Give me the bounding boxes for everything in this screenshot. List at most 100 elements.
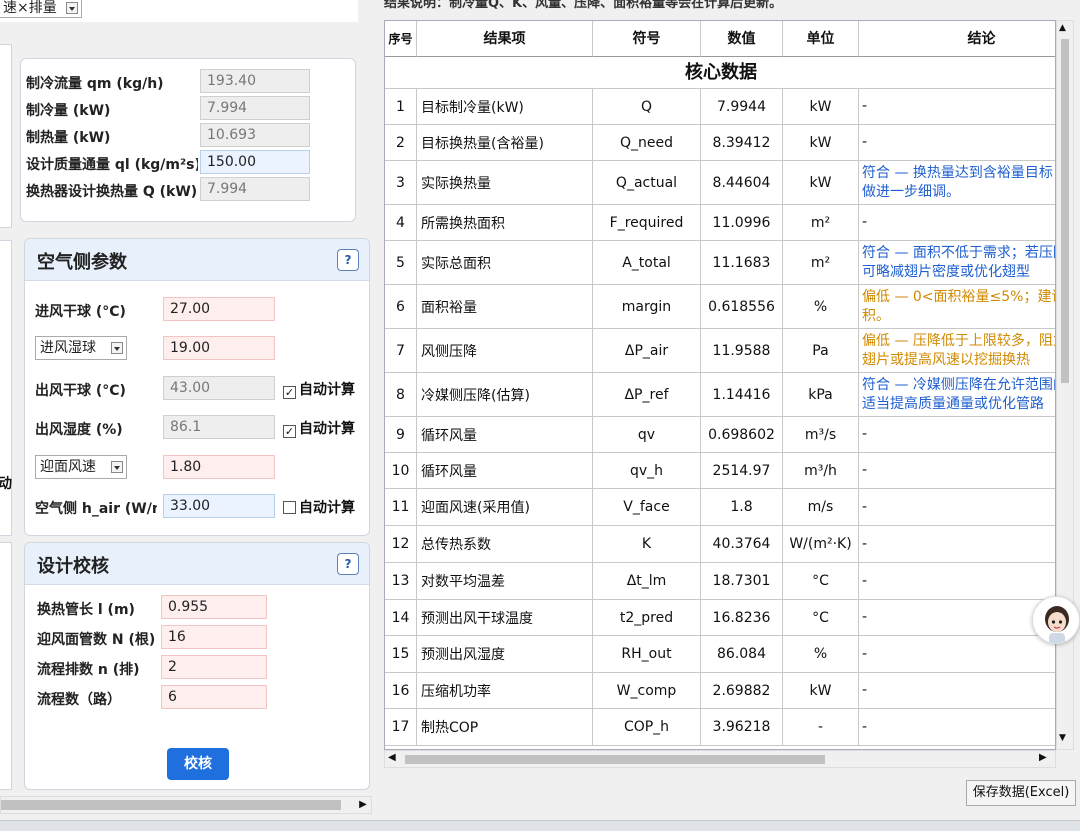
assistant-avatar[interactable] (1032, 596, 1080, 644)
air-param-label: 出风干球 (°C) (35, 383, 126, 399)
row-unit-cell: m² (783, 241, 859, 285)
section-title-core: 核心数据 (385, 57, 1055, 89)
row-no-cell: 3 (385, 161, 417, 205)
row-no-cell: 8 (385, 373, 417, 417)
row-unit-cell: kW (783, 673, 859, 709)
row-conclusion-cell: - (859, 89, 1055, 125)
air-param-select[interactable]: 迎面风速 (35, 455, 127, 479)
checkbox-box (283, 501, 296, 514)
row-value-cell: 11.0996 (701, 205, 783, 241)
col-no-header[interactable]: 序号 (385, 21, 417, 57)
auto-calc-label: 自动计算 (299, 421, 355, 437)
row-value-cell: 0.698602 (701, 417, 783, 453)
row-item-cell: 面积裕量 (417, 285, 593, 329)
auto-calc-checkbox[interactable]: ✓ 自动计算 (283, 418, 355, 438)
row-conclusion-cell: 符合 — 冷媒侧压降在允许范围内，可适当提高质量通量或优化管路 (859, 373, 1055, 417)
design-help-button[interactable]: ? (337, 553, 359, 575)
scroll-right-arrow-icon-2[interactable]: ▶ (1039, 752, 1047, 763)
row-conclusion-cell: - (859, 417, 1055, 453)
left-hscroll-thumb[interactable] (1, 800, 341, 810)
col-conclusion-header[interactable]: 结论 (859, 21, 1055, 57)
table-hscroll-thumb[interactable] (405, 755, 825, 764)
scroll-up-arrow-icon[interactable]: ▲ (1059, 23, 1066, 33)
mode-select[interactable]: 速×排量 (0, 0, 82, 18)
checkbox-box: ✓ (283, 386, 296, 399)
row-symbol-cell: ΔP_air (593, 329, 701, 373)
summary-label: 设计质量通量 ql (kg/m²s) (26, 157, 198, 173)
summary-label: 换热器设计换热量 Q (kW) (26, 184, 198, 200)
row-value-cell: 7.9944 (701, 89, 783, 125)
row-unit-cell: W/(m²·K) (783, 526, 859, 563)
row-symbol-cell: t2_pred (593, 600, 701, 636)
row-no-cell: 9 (385, 417, 417, 453)
air-param-label: 出风湿度 (%) (35, 422, 123, 438)
row-conclusion-cell: - (859, 600, 1055, 636)
save-excel-button[interactable]: 保存数据(Excel) (966, 780, 1076, 806)
air-help-button[interactable]: ? (337, 249, 359, 271)
row-item-cell: 总传热系数 (417, 526, 593, 563)
summary-field[interactable]: 150.00 (200, 150, 310, 174)
col-value-header[interactable]: 数值 (701, 21, 783, 57)
row-conclusion-cell: 符合 — 面积不低于需求；若压降足，可略减翅片密度或优化翅型 (859, 241, 1055, 285)
row-conclusion-cell: 偏低 — 压降低于上限较多，阻力加密翅片或提高风速以挖掘换热 (859, 329, 1055, 373)
row-item-cell: 实际总面积 (417, 241, 593, 285)
row-unit-cell: °C (783, 600, 859, 636)
scroll-down-arrow-icon[interactable]: ▼ (1059, 733, 1066, 743)
results-table[interactable]: 序号 结果项 符号 数值 单位 结论 核心数据 1 目标制冷量(kW) Q 7.9944 kW -2 目标… (384, 20, 1056, 750)
air-param-input[interactable]: 1.80 (163, 455, 275, 479)
col-unit-header[interactable]: 单位 (783, 21, 859, 57)
auto-calc-checkbox[interactable]: ✓ 自动计算 (283, 379, 355, 399)
left-edge-panel (0, 44, 12, 228)
mode-select-value: 速×排量 (3, 0, 57, 16)
row-item-cell: 制热COP (417, 709, 593, 746)
row-unit-cell: m/s (783, 489, 859, 526)
row-unit-cell: - (783, 709, 859, 746)
table-hscrollbar[interactable]: ◀ ▶ (384, 750, 1056, 768)
row-value-cell: 40.3764 (701, 526, 783, 563)
design-param-input[interactable]: 16 (161, 625, 267, 649)
row-unit-cell: kPa (783, 373, 859, 417)
table-vscroll-thumb[interactable] (1061, 39, 1069, 383)
summary-field: 7.994 (200, 96, 310, 120)
row-value-cell: 8.39412 (701, 125, 783, 161)
air-param-select[interactable]: 进风湿球 (35, 336, 127, 360)
left-hscrollbar[interactable]: ▶ (0, 796, 372, 814)
design-param-input[interactable]: 6 (161, 685, 267, 709)
row-symbol-cell: Q_actual (593, 161, 701, 205)
row-item-cell: 压缩机功率 (417, 673, 593, 709)
row-conclusion-cell: - (859, 489, 1055, 526)
row-unit-cell: % (783, 285, 859, 329)
row-symbol-cell: V_face (593, 489, 701, 526)
col-symbol-header[interactable]: 符号 (593, 21, 701, 57)
air-side-panel: 空气侧参数 ? 进风干球 (°C) 27.00 进风湿球 19.00 出风干球 (°C)… (24, 238, 370, 536)
row-item-cell: 冷媒侧压降(估算) (417, 373, 593, 417)
row-conclusion-cell: - (859, 205, 1055, 241)
check-button[interactable]: 校核 (167, 748, 229, 780)
row-value-cell: 11.9588 (701, 329, 783, 373)
avatar-face-icon (1045, 606, 1069, 643)
row-symbol-cell: Q_need (593, 125, 701, 161)
air-param-input[interactable]: 33.00 (163, 494, 275, 518)
row-unit-cell: kW (783, 89, 859, 125)
scroll-left-arrow-icon[interactable]: ◀ (388, 752, 396, 763)
row-conclusion-cell: - (859, 453, 1055, 489)
row-item-cell: 目标制冷量(kW) (417, 89, 593, 125)
air-param-input[interactable]: 19.00 (163, 336, 275, 360)
row-item-cell: 目标换热量(含裕量) (417, 125, 593, 161)
auto-calc-checkbox[interactable]: 自动计算 (283, 497, 355, 517)
row-symbol-cell: qv (593, 417, 701, 453)
row-no-cell: 5 (385, 241, 417, 285)
design-param-input[interactable]: 0.955 (161, 595, 267, 619)
row-value-cell: 18.7301 (701, 563, 783, 600)
row-value-cell: 2.69882 (701, 673, 783, 709)
row-item-cell: 预测出风干球温度 (417, 600, 593, 636)
row-value-cell: 16.8236 (701, 600, 783, 636)
row-conclusion-cell: - (859, 563, 1055, 600)
design-param-input[interactable]: 2 (161, 655, 267, 679)
design-check-header: 设计校核 ? (25, 543, 369, 585)
row-unit-cell: m³/s (783, 417, 859, 453)
col-item-header[interactable]: 结果项 (417, 21, 593, 57)
scroll-right-arrow-icon[interactable]: ▶ (355, 797, 371, 813)
air-param-input[interactable]: 27.00 (163, 297, 275, 321)
air-param-select-value: 进风湿球 (40, 340, 96, 356)
